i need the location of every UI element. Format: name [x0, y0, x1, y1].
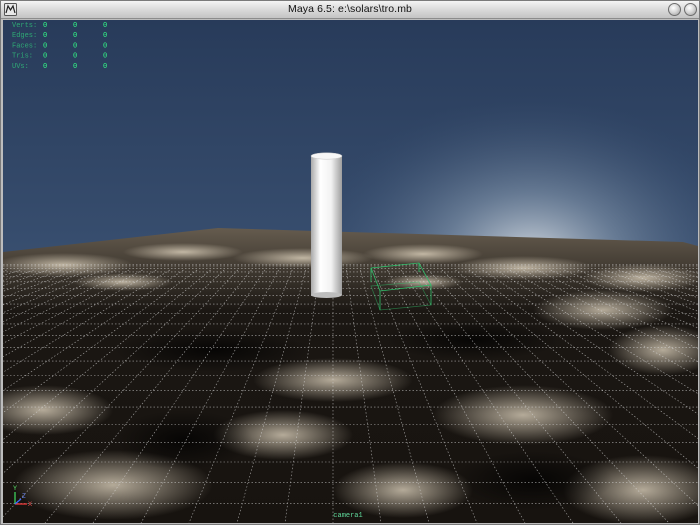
hud-row-label: Edges: — [12, 32, 37, 40]
hud-row-value: 0 — [103, 42, 107, 50]
axis-y-label: Y — [13, 486, 17, 492]
hud-row-value: 0 — [43, 53, 47, 61]
3d-viewport[interactable]: Verts: 0 0 0 Edges: 0 0 0 Faces: 0 0 0 Tris: 0 0 0 UVs: 0… — [3, 20, 698, 523]
hud-row-value: 0 — [73, 22, 77, 30]
hud-row-value: 0 — [43, 42, 47, 50]
viewport-canvas[interactable]: Verts: 0 0 0 Edges: 0 0 0 Faces: 0 0 0 Tris: 0 0 0 UVs: 0… — [3, 20, 698, 523]
minimize-icon[interactable] — [668, 3, 681, 16]
hud-row-label: UVs: — [12, 63, 29, 71]
hud-row-value: 0 — [43, 32, 47, 40]
hud-row-value: 0 — [103, 22, 107, 30]
hud-row-value: 0 — [43, 22, 47, 30]
maya-window: Maya 6.5: e:\solars\tro.mb Verts: 0 0 0 … — [0, 0, 700, 525]
axis-z-label: Z — [22, 494, 26, 500]
close-icon[interactable] — [684, 3, 697, 16]
camera-label: camera1 — [333, 512, 362, 520]
hud-row-label: Tris: — [12, 53, 33, 61]
hud-row-value: 0 — [103, 32, 107, 40]
hud-row-value: 0 — [103, 53, 107, 61]
hud-row-value: 0 — [103, 63, 107, 71]
ground-plane — [3, 228, 698, 523]
window-title: Maya 6.5: e:\solars\tro.mb — [288, 3, 412, 15]
title-bar[interactable]: Maya 6.5: e:\solars\tro.mb — [1, 1, 699, 19]
cylinder-object[interactable] — [310, 152, 343, 298]
axis-x-label: X — [28, 502, 32, 508]
hud-row-value: 0 — [73, 63, 77, 71]
hud-row-value: 0 — [73, 42, 77, 50]
hud-row-value: 0 — [73, 53, 77, 61]
hud-row-label: Verts: — [12, 22, 37, 30]
hud-row-value: 0 — [73, 32, 77, 40]
hud-row-label: Faces: — [12, 42, 37, 50]
hud-row-value: 0 — [43, 63, 47, 71]
